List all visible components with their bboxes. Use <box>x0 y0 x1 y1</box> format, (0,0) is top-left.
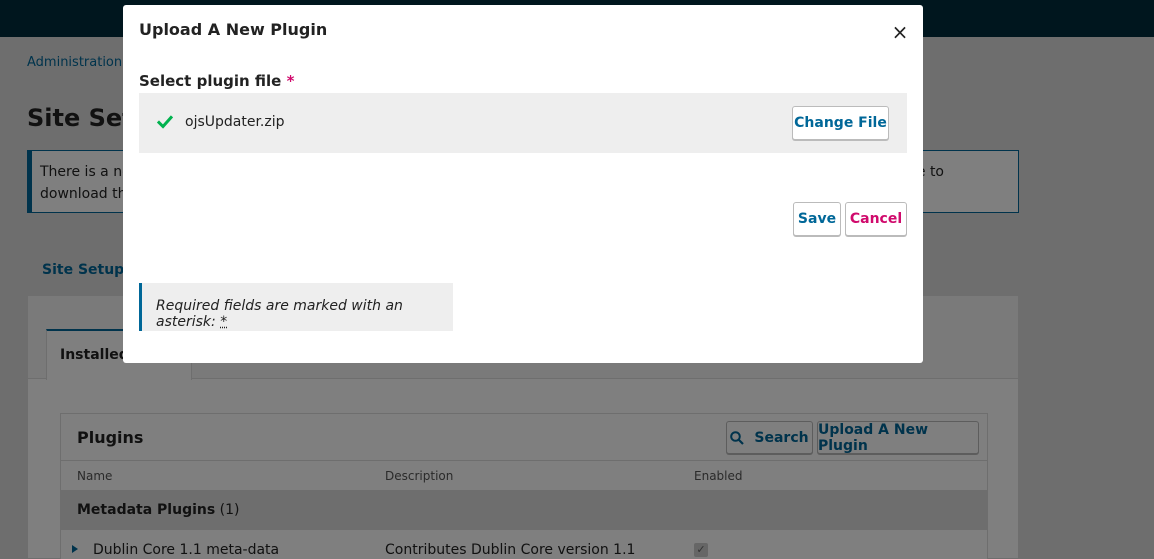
file-name: ojsUpdater.zip <box>185 114 285 130</box>
required-fields-note: Required fields are marked with an aster… <box>139 283 453 331</box>
modal-title: Upload A New Plugin <box>139 20 327 39</box>
field-label-text: Select plugin file <box>139 72 281 90</box>
required-note-star: * <box>220 314 227 330</box>
change-file-label: Change File <box>794 115 887 131</box>
cancel-button[interactable]: Cancel <box>845 202 907 236</box>
save-button[interactable]: Save <box>793 202 841 236</box>
required-star: * <box>287 72 295 90</box>
upload-plugin-modal: Upload A New Plugin × Select plugin file… <box>123 5 923 363</box>
required-note-text: Required fields are marked with an aster… <box>156 298 403 330</box>
close-icon[interactable]: × <box>890 22 910 42</box>
check-icon <box>157 114 173 130</box>
field-label: Select plugin file * <box>139 72 294 90</box>
file-upload-box: ojsUpdater.zip Change File <box>139 93 907 153</box>
save-button-label: Save <box>798 211 836 227</box>
change-file-button[interactable]: Change File <box>792 106 889 140</box>
cancel-button-label: Cancel <box>850 211 902 227</box>
